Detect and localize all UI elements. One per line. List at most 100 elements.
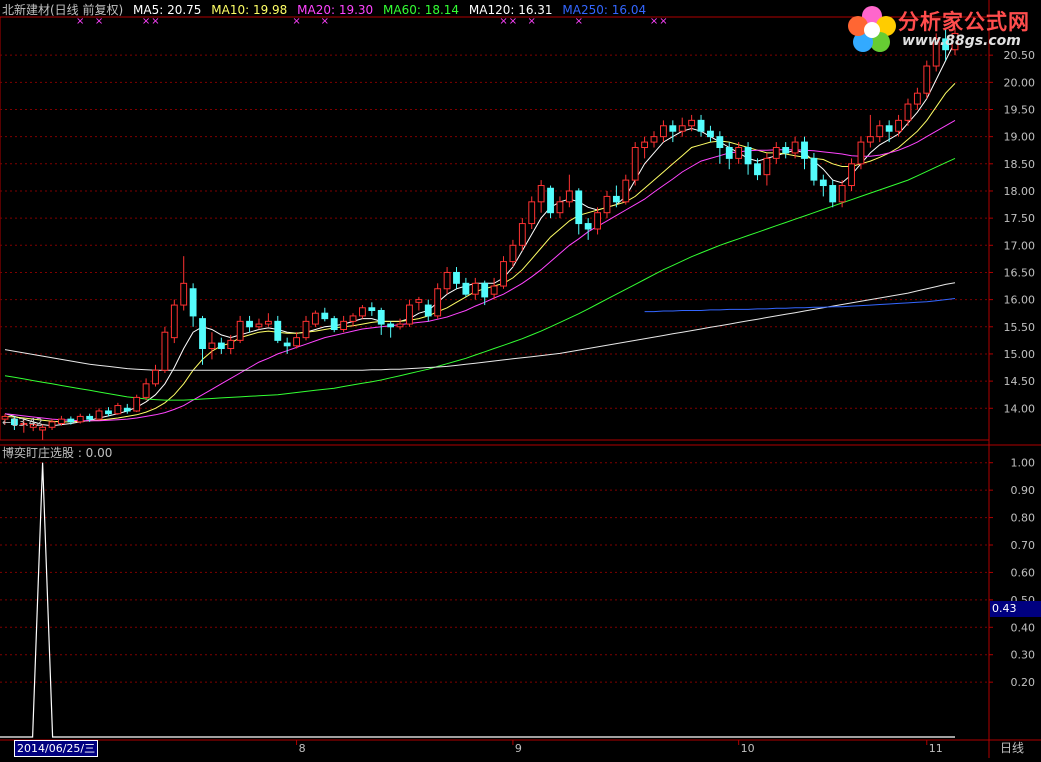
price-tick-label: 20.00 [1004,76,1036,89]
candle-body [67,418,75,423]
candle-body [434,288,442,317]
candle-body [857,141,865,165]
price-tick-label: 15.00 [1004,348,1036,361]
candle-body [95,410,103,420]
x-tick-label: 8 [299,742,306,755]
candle-body [772,147,780,159]
candle-body [330,318,338,330]
candle-body [763,157,771,176]
candle-body [170,304,178,339]
candle-body [594,212,601,230]
candle-body [913,92,921,105]
candle-body [584,223,592,230]
candle-body [810,157,818,181]
candle-body [707,130,714,138]
candle-body [283,342,291,347]
cursor-date-box: 2014/06/25/三 [14,740,99,757]
price-tick-label: 17.00 [1004,239,1036,252]
candle-body [58,418,65,424]
candle-body [302,320,310,339]
candle-body [208,342,216,350]
candle-body [123,407,131,412]
low-price-label: ←13.42 [2,416,43,429]
candle-body [462,282,470,295]
candle-body [443,271,451,290]
ma120-label: MA120: 16.31 [468,3,553,17]
candle-body [716,136,724,149]
candle-body [274,320,282,341]
ma60-label: MA60: 18.14 [383,3,460,17]
candle-body [415,299,423,303]
candle-body [650,136,658,143]
price-tick-label: 16.00 [1004,294,1036,307]
price-tick-label: 19.50 [1004,103,1036,116]
candle-body [518,223,526,246]
price-tick-label: 15.50 [1004,321,1036,334]
chart-title: 北新建材(日线 前复权) [2,3,124,17]
candle-body [387,323,395,328]
candle-body [189,288,197,317]
candle-body [264,320,272,325]
candle-body [669,125,677,132]
candle-body [819,179,827,187]
candle-body [48,421,56,428]
candle-body [133,396,141,412]
candle-body [500,261,507,287]
ma10-label: MA10: 19.98 [211,3,288,17]
indicator-tick-label: 1.00 [1011,457,1036,470]
candle-body [152,369,159,385]
candle-body [547,187,554,214]
period-tab[interactable]: 日线 [1000,740,1024,756]
candle-body [255,323,263,328]
candle-body [114,405,122,415]
candle-body [349,315,357,322]
candle-body [829,185,837,203]
candle-body [782,147,790,154]
ma-line-ma10 [4,83,956,423]
x-tick-label: 9 [515,742,522,755]
candle-body [791,141,799,154]
candle-body [340,320,348,330]
candle-body [453,271,460,284]
candle-body [321,312,329,320]
candle-body [105,410,112,415]
candle-body [885,125,893,132]
candle-body [697,119,705,132]
candle-body [725,147,733,159]
price-tick-label: 14.00 [1004,402,1036,415]
candle-body [622,179,630,203]
price-tick-label: 18.50 [1004,158,1036,171]
indicator-tick-label: 0.40 [1011,621,1036,634]
candle-body [86,415,94,420]
chart-canvas[interactable]: 20.50 20.00 19.50 19.00 18.50 18.00 17.50 17.00… [0,0,1041,758]
candle-body [217,342,225,350]
candle-body [161,331,169,371]
ma5-label: MA5: 20.75 [133,3,202,17]
site-logo[interactable]: 分析家公式网 www.88gs.com [846,4,1036,56]
price-legend: 北新建材(日线 前复权) MA5: 20.75 MA10: 19.98 MA20… [2,2,652,18]
flower-logo-icon [848,6,896,52]
ma-line-ma250 [644,298,956,313]
ma-line-ma5 [4,41,956,427]
candle-body [227,339,235,350]
candle-body [631,147,639,181]
cursor-value-box: 0.43 [990,601,1041,617]
candle-body [471,282,479,295]
candle-body [678,125,686,132]
chart-svg[interactable]: 20.5020.0019.5019.0018.5018.0017.5017.00… [0,0,1041,758]
indicator-tick-label: 0.80 [1011,512,1036,525]
candle-body [660,125,667,138]
candle-body [735,147,743,159]
candle-body [142,383,150,398]
candle-body [406,304,413,325]
indicator-tick-label: 0.20 [1011,676,1036,689]
candle-body [848,163,855,187]
candle-body [368,307,376,311]
ma20-label: MA20: 19.30 [297,3,374,17]
candle-body [838,185,846,203]
candle-body [537,185,545,203]
candle-body [481,282,489,298]
candle-body [490,285,498,295]
candle-body [246,320,253,328]
price-tick-label: 17.50 [1004,212,1036,225]
